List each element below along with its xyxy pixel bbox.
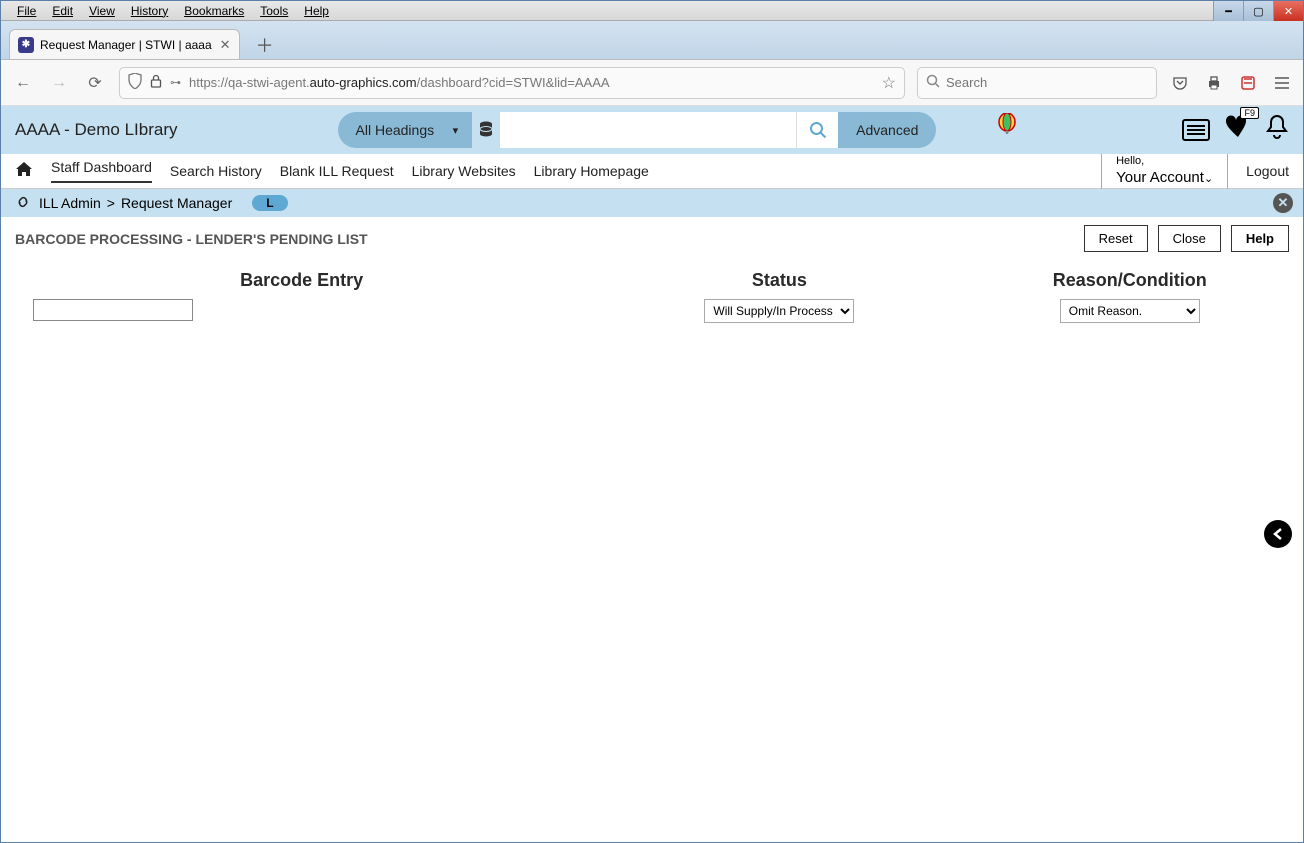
col-status-header: Status [588,270,970,291]
reset-button[interactable]: Reset [1084,225,1148,252]
headings-dropdown[interactable]: All Headings ▾ [338,112,473,148]
status-select[interactable]: Will Supply/In Process [704,299,854,323]
browser-search-box[interactable] [917,67,1157,99]
barcode-input[interactable] [33,299,193,321]
browser-search-input[interactable] [946,75,1148,90]
bell-icon[interactable] [1265,114,1289,146]
col-barcode-header: Barcode Entry [15,270,588,291]
account-dropdown[interactable]: Hello, Your Account⌄ [1101,153,1228,188]
menu-tools[interactable]: Tools [252,2,296,20]
menu-history[interactable]: History [123,2,176,20]
logout-link[interactable]: Logout [1246,163,1289,179]
breadcrumb-part2[interactable]: Request Manager [121,195,232,211]
lock-icon [150,74,162,91]
extension-icon[interactable] [1237,72,1259,94]
app-search-button[interactable] [796,112,838,148]
chevron-down-icon: ▾ [453,124,459,137]
nav-staff-dashboard[interactable]: Staff Dashboard [51,159,152,183]
tab-favicon-icon: ✱ [18,37,34,53]
pocket-icon[interactable] [1169,72,1191,94]
browser-tab[interactable]: ✱ Request Manager | STWI | aaaa ✕ [9,29,240,59]
account-name: Your Account⌄ [1116,169,1213,187]
url-bar[interactable]: ⊶ https://qa-stwi-agent.auto-graphics.co… [119,67,905,99]
reload-button[interactable]: ⟳ [83,71,107,95]
hamburger-menu-icon[interactable] [1271,72,1293,94]
page-title-row: BARCODE PROCESSING - LENDER'S PENDING LI… [1,217,1303,260]
side-panel-toggle[interactable] [1264,520,1292,548]
breadcrumb: ILL Admin > Request Manager L ✕ [1,189,1303,217]
database-icon[interactable] [472,112,500,148]
chevron-down-icon: ⌄ [1204,173,1213,185]
close-button[interactable]: Close [1158,225,1221,252]
favorites-badge: F9 [1240,107,1259,119]
browser-tabbar: ✱ Request Manager | STWI | aaaa ✕ ＋ [1,21,1303,60]
menu-help[interactable]: Help [296,2,337,20]
print-icon[interactable] [1203,72,1225,94]
shield-icon [128,73,142,92]
col-reason-header: Reason/Condition [970,270,1289,291]
browser-menubar: File Edit View History Bookmarks Tools H… [1,1,1303,21]
nav-library-homepage[interactable]: Library Homepage [534,163,649,179]
menu-bookmarks[interactable]: Bookmarks [176,2,252,20]
home-icon[interactable] [15,161,33,182]
menu-file[interactable]: File [9,2,44,20]
column-headers: Barcode Entry Status Reason/Condition [1,260,1303,299]
search-icon [926,74,940,91]
favorites-icon[interactable]: F9 [1225,115,1251,146]
window-close-button[interactable]: ✕ [1273,1,1303,21]
nav-library-websites[interactable]: Library Websites [412,163,516,179]
menu-edit[interactable]: Edit [44,2,81,20]
nav-search-history[interactable]: Search History [170,163,262,179]
browser-addressbar: ← → ⟳ ⊶ https://qa-stwi-agent.auto-graph… [1,60,1303,106]
list-view-icon[interactable] [1181,118,1211,142]
new-tab-button[interactable]: ＋ [250,31,280,59]
link-icon [15,195,31,212]
balloon-icon[interactable] [996,113,1018,147]
nav-blank-ill[interactable]: Blank ILL Request [280,163,394,179]
advanced-search-button[interactable]: Advanced [838,112,936,148]
account-hello: Hello, [1116,155,1213,168]
app-search-input[interactable] [500,112,796,148]
forward-button[interactable]: → [47,71,71,95]
controls-row: Will Supply/In Process Omit Reason. [1,299,1303,323]
main-nav: Staff Dashboard Search History Blank ILL… [1,154,1303,189]
close-breadcrumb-icon[interactable]: ✕ [1273,193,1293,213]
permissions-icon: ⊶ [170,76,181,89]
bookmark-star-icon[interactable]: ☆ [882,73,896,93]
library-name: AAAA - Demo LIbrary [15,120,178,140]
breadcrumb-separator: > [107,195,115,211]
tab-title: Request Manager | STWI | aaaa [40,38,212,52]
help-button[interactable]: Help [1231,225,1289,252]
app-header: AAAA - Demo LIbrary All Headings ▾ Advan… [1,106,1303,154]
lender-badge: L [252,195,287,211]
menu-view[interactable]: View [81,2,123,20]
breadcrumb-part1[interactable]: ILL Admin [39,195,101,211]
url-text: https://qa-stwi-agent.auto-graphics.com/… [189,75,874,90]
page-title: BARCODE PROCESSING - LENDER'S PENDING LI… [15,231,368,247]
tab-close-icon[interactable]: ✕ [220,37,231,53]
back-button[interactable]: ← [11,71,35,95]
reason-select[interactable]: Omit Reason. [1060,299,1200,323]
window-minimize-button[interactable]: ━ [1213,1,1243,21]
window-maximize-button[interactable]: ▢ [1243,1,1273,21]
